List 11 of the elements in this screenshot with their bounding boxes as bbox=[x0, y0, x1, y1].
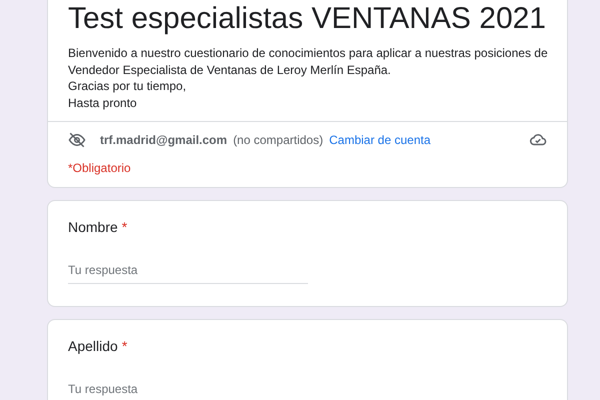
question-label: Nombre bbox=[68, 219, 118, 235]
sharing-note: (no compartidos) bbox=[233, 133, 324, 147]
eye-off-icon bbox=[68, 131, 86, 149]
required-note: *Obligatorio bbox=[67, 160, 132, 177]
form-description: Bienvenido a nuestro cuestionario de conocimientos para aplicar a nuestras posiciones de Vendedor Especialista de Ventanas de Leroy Merlín España. Gracias por tu tiempo, Hasta pronto bbox=[67, 45, 549, 112]
form-title: Test especialistas VENTANAS 2021 bbox=[67, 1, 547, 37]
required-asterisk: * bbox=[122, 338, 128, 354]
account-email: trf.madrid@gmail.com bbox=[100, 133, 228, 147]
question-label: Apellido bbox=[68, 338, 118, 354]
required-asterisk: * bbox=[122, 219, 128, 235]
switch-account-link[interactable]: Cambiar de cuenta bbox=[329, 133, 430, 147]
